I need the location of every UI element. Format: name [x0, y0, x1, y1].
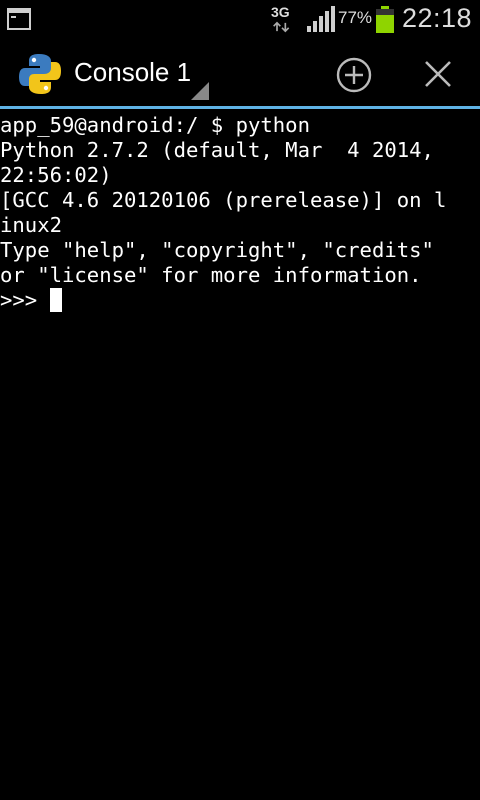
network-type-indicator: 3G — [270, 4, 294, 34]
terminal-notification-icon — [7, 8, 31, 30]
data-arrows-icon — [273, 21, 290, 33]
terminal-prompt-line: >>> — [0, 288, 480, 313]
terminal-line: inux2 — [0, 213, 62, 237]
terminal-line: [GCC 4.6 20120106 (prerelease)] on l — [0, 188, 447, 212]
window-title[interactable]: Console 1 — [74, 57, 191, 88]
signal-strength-icon — [307, 6, 335, 32]
terminal-line: or "license" for more information. — [0, 263, 422, 287]
action-bar: Console 1 — [0, 38, 480, 106]
terminal-line: 22:56:02) — [0, 163, 112, 187]
terminal-line: app_59@android:/ $ python — [0, 113, 310, 137]
new-window-button[interactable] — [335, 56, 373, 94]
close-window-button[interactable] — [420, 56, 456, 92]
terminal-view[interactable]: app_59@android:/ $ python Python 2.7.2 (… — [0, 113, 480, 800]
terminal-prompt: >>> — [0, 288, 50, 312]
window-selector-dropdown-icon[interactable] — [191, 82, 209, 100]
battery-fill — [376, 15, 394, 33]
action-bar-divider — [0, 106, 480, 109]
text-cursor — [49, 288, 62, 312]
battery-percentage: 77% — [338, 8, 373, 27]
terminal-line: Python 2.7.2 (default, Mar 4 2014, — [0, 138, 434, 162]
status-clock: 22:18 — [402, 3, 473, 33]
network-type-label: 3G — [271, 4, 290, 20]
status-bar: 3G 77% 22:18 — [0, 0, 480, 38]
python-logo-icon — [19, 54, 61, 94]
terminal-line: Type "help", "copyright", "credits" — [0, 238, 434, 262]
battery-icon — [376, 6, 394, 33]
